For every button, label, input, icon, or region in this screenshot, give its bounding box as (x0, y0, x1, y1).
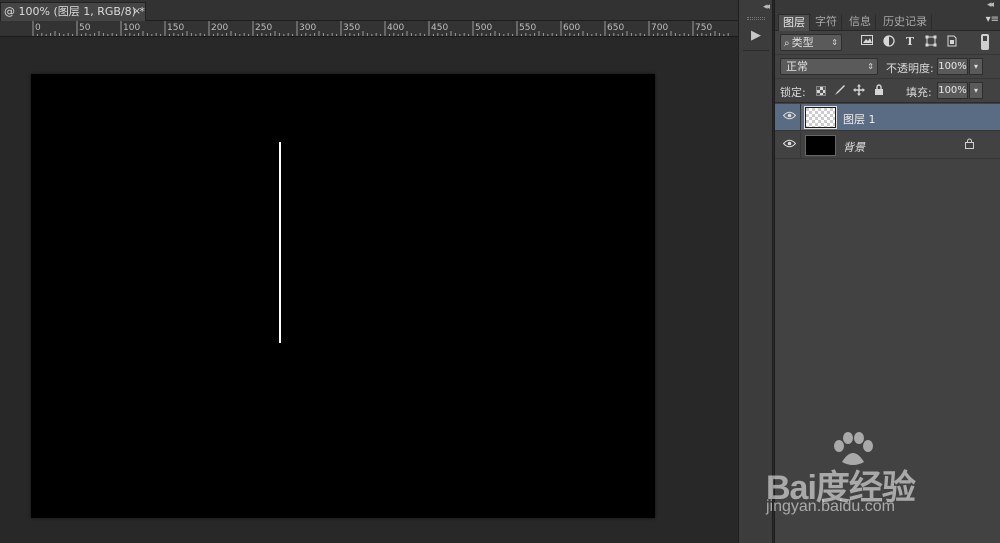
lock-row: 锁定: 填充: 100% ▾ (775, 79, 1000, 103)
filter-toggle-switch[interactable] (981, 34, 989, 50)
layer-thumbnail[interactable] (804, 106, 837, 129)
collapse-arrows-icon[interactable]: ◂◂ (763, 2, 770, 12)
lock-image-pixels-icon[interactable] (833, 84, 846, 97)
opacity-field[interactable]: 100% (937, 58, 968, 75)
ruler-label: 500 (475, 23, 492, 33)
lock-transparent-pixels-icon[interactable] (816, 86, 826, 96)
strip-grip[interactable] (747, 17, 765, 20)
ruler-label: 550 (519, 23, 536, 33)
ruler-label: 300 (299, 23, 316, 33)
collapse-panel-icon[interactable]: ◂◂ (987, 0, 994, 10)
lock-position-icon[interactable] (852, 84, 865, 97)
divider (743, 50, 769, 51)
horizontal-ruler: 0 50 100 150 200 250 300 350 400 450 500 550 600 650 7… (0, 21, 738, 37)
ruler-label: 600 (563, 23, 580, 33)
ruler-label: 0 (35, 23, 41, 33)
ruler-label: 200 (211, 23, 228, 33)
close-icon[interactable]: × (133, 3, 141, 20)
search-icon: ⌕ (784, 38, 790, 49)
adjustment-filter-icon[interactable] (882, 35, 896, 49)
ruler-label: 250 (255, 23, 272, 33)
document-tab-bar: @ 100% (图层 1, RGB/8) * × (0, 0, 738, 21)
lock-label: 锁定: (780, 86, 806, 99)
tab-info[interactable]: 信息 (845, 14, 876, 31)
photoshop-window: @ 100% (图层 1, RGB/8) * × 0 50 100 150 200 250… (0, 0, 1000, 543)
panel-menu-icon[interactable]: ▾≡ (986, 14, 999, 25)
ruler-label: 650 (607, 23, 624, 33)
canvas-workspace[interactable] (0, 38, 738, 543)
ruler-label: 750 (695, 23, 712, 33)
panel-tab-bar: 图层 字符 信息 历史记录 ▾≡ (775, 12, 1000, 31)
lock-all-icon[interactable] (872, 84, 885, 97)
tab-character[interactable]: 字符 (811, 14, 842, 31)
opacity-label: 不透明度: (886, 62, 934, 75)
white-vertical-line[interactable] (279, 142, 281, 343)
baidu-watermark: Bai度经验 jingyan.baidu.com (766, 432, 966, 522)
ruler-label: 350 (343, 23, 360, 33)
divider (800, 104, 801, 131)
fill-field[interactable]: 100% (937, 82, 968, 99)
blend-mode-select[interactable]: 正常 ⇕ (780, 58, 878, 75)
layer-filter-row: ⌕ 类型 ⇕ T (775, 31, 1000, 55)
document-canvas[interactable] (31, 74, 655, 518)
layer-thumbnail[interactable] (805, 135, 836, 156)
layer-filter-select[interactable]: ⌕ 类型 ⇕ (780, 34, 842, 51)
fill-dropdown-icon[interactable]: ▾ (969, 82, 983, 99)
blend-row: 正常 ⇕ 不透明度: 100% ▾ (775, 55, 1000, 79)
blend-mode-value: 正常 (786, 60, 808, 73)
layer-name[interactable]: 背景 (843, 139, 865, 155)
ruler-label: 50 (79, 23, 91, 33)
watermark-url: jingyan.baidu.com (766, 498, 895, 515)
smart-object-filter-icon[interactable] (945, 35, 959, 49)
shape-filter-icon[interactable] (924, 35, 938, 49)
select-arrows-icon: ⇕ (867, 62, 874, 71)
filter-select-label: 类型 (791, 36, 814, 49)
layers-list: 图层 1 背景 (775, 104, 1000, 164)
play-icon[interactable]: ▶ (742, 24, 770, 46)
document-tab-title: @ 100% (图层 1, RGB/8) * (4, 5, 145, 18)
opacity-dropdown-icon[interactable]: ▾ (969, 58, 983, 75)
tab-layers[interactable]: 图层 (778, 14, 810, 31)
fill-label: 填充: (906, 86, 932, 99)
layer-row-layer1[interactable]: 图层 1 (775, 104, 1000, 131)
image-filter-icon[interactable] (860, 35, 874, 49)
ruler-label: 400 (387, 23, 404, 33)
eye-icon[interactable] (782, 111, 796, 123)
type-filter-icon[interactable]: T (903, 35, 917, 49)
panel-top-bar: ◂◂ (775, 0, 1000, 12)
document-tab[interactable]: @ 100% (图层 1, RGB/8) * × (0, 2, 146, 21)
layer-lock-icon (965, 138, 974, 152)
select-arrows-icon: ⇕ (831, 38, 838, 47)
tab-history[interactable]: 历史记录 (879, 14, 932, 31)
ruler-label: 700 (651, 23, 668, 33)
layer-name[interactable]: 图层 1 (843, 111, 876, 127)
ruler-label: 100 (123, 23, 140, 33)
eye-icon[interactable] (782, 139, 796, 151)
ruler-ticks: 0 50 100 150 200 250 300 350 400 450 500 550 600 650 7… (32, 21, 729, 36)
layer-row-background[interactable]: 背景 (775, 132, 1000, 159)
ruler-label: 450 (431, 23, 448, 33)
divider (800, 132, 801, 159)
ruler-label: 150 (167, 23, 184, 33)
